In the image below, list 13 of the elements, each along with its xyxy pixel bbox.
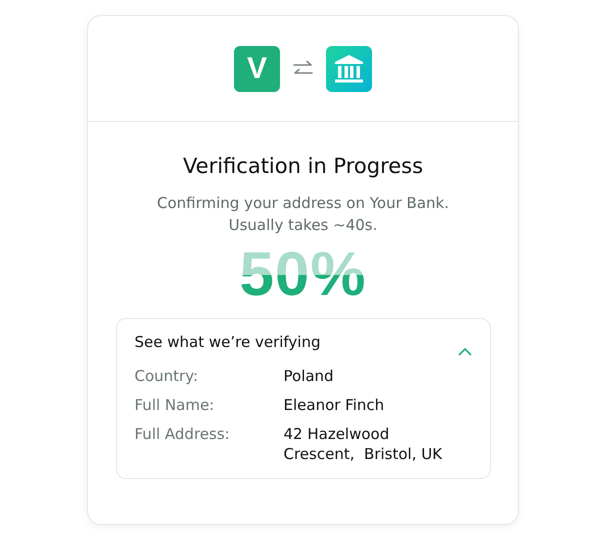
field-value: Eleanor Finch (284, 395, 386, 415)
field-label: Full Address: (134, 424, 231, 445)
field-label: Full Name: (134, 395, 216, 415)
field-value: Poland (284, 366, 335, 386)
status-description: Usually takes ~40s. (228, 215, 378, 236)
status-description: Confirming your address on Your Bank. (157, 193, 449, 214)
field-value: 42 Hazelwood Crescent, Bristol, UK (284, 424, 444, 464)
bank-icon (326, 46, 372, 92)
app-logo: V (234, 46, 280, 92)
field-label: Country: (134, 366, 200, 386)
collapse-chevron-icon[interactable] (458, 347, 472, 356)
details-title: See what we’re verifying (134, 333, 320, 351)
status-title: Verification in Progress (182, 154, 424, 178)
